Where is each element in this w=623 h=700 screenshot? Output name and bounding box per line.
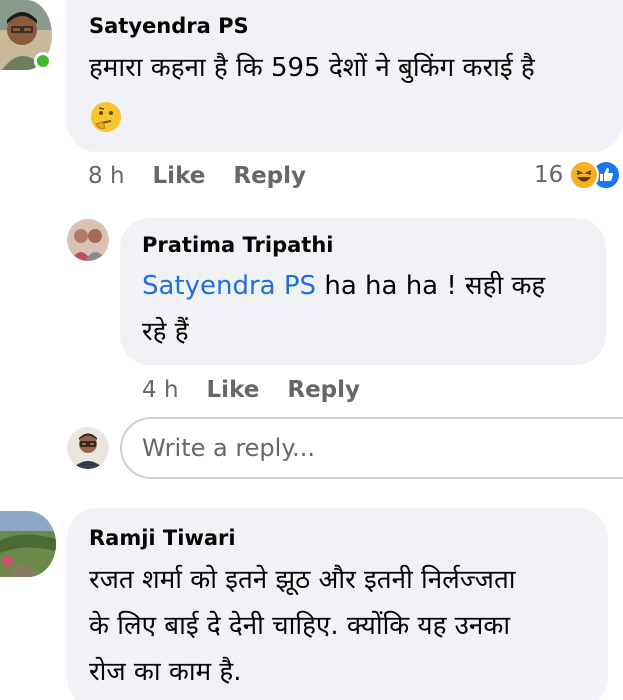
reply-button[interactable]: Reply [233,163,306,189]
online-status-indicator [34,52,52,70]
like-button[interactable]: Like [207,377,260,403]
haha-reaction-icon [569,160,600,190]
reply-input-placeholder: Write a reply... [142,434,316,462]
comment-bubble: Ramji Tiwari रजत शर्मा को इतने झूठ और इत… [67,508,608,700]
comment-text-rest: ha ha ha ! सही कह [316,271,546,301]
reaction-summary[interactable]: 16 [534,160,622,190]
avatar-current-user [67,427,109,469]
avatar-ramji[interactable] [0,511,56,577]
comment-bubble: Satyendra PS हमारा कहना है कि 595 देशों … [67,0,623,152]
comment-author[interactable]: Ramji Tiwari [89,526,236,550]
comment-text: Satyendra PS ha ha ha ! सही कह [142,264,545,308]
comment-text-line2: के लिए बाई दे देनी चाहिए. क्योंकि यह उनक… [89,611,511,641]
comment-bubble: Pratima Tripathi Satyendra PS ha ha ha !… [120,218,606,365]
comment-author[interactable]: Satyendra PS [89,14,249,38]
reply-button[interactable]: Reply [287,377,360,403]
mention-link[interactable]: Satyendra PS [142,271,316,301]
comment-timestamp[interactable]: 8 h [88,163,125,189]
reaction-count: 16 [534,162,564,188]
thinking-face-icon [89,100,123,134]
comment-text-line3: रोज का काम है. [89,657,242,687]
comment-text-line2: रहे हैं [142,317,189,347]
comment-timestamp[interactable]: 4 h [142,377,179,403]
comment-meta: 4 h Like Reply [142,377,360,403]
comment-meta: 8 h Like Reply [88,163,306,189]
avatar-pratima[interactable] [67,219,109,261]
reply-input[interactable]: Write a reply... [120,417,623,479]
comment-author[interactable]: Pratima Tripathi [142,233,333,257]
comment-text: हमारा कहना है कि 595 देशों ने बुकिंग करा… [89,53,535,83]
comment-text-line1: रजत शर्मा को इतने झूठ और इतनी निर्लज्जता [89,565,516,595]
like-button[interactable]: Like [153,163,206,189]
